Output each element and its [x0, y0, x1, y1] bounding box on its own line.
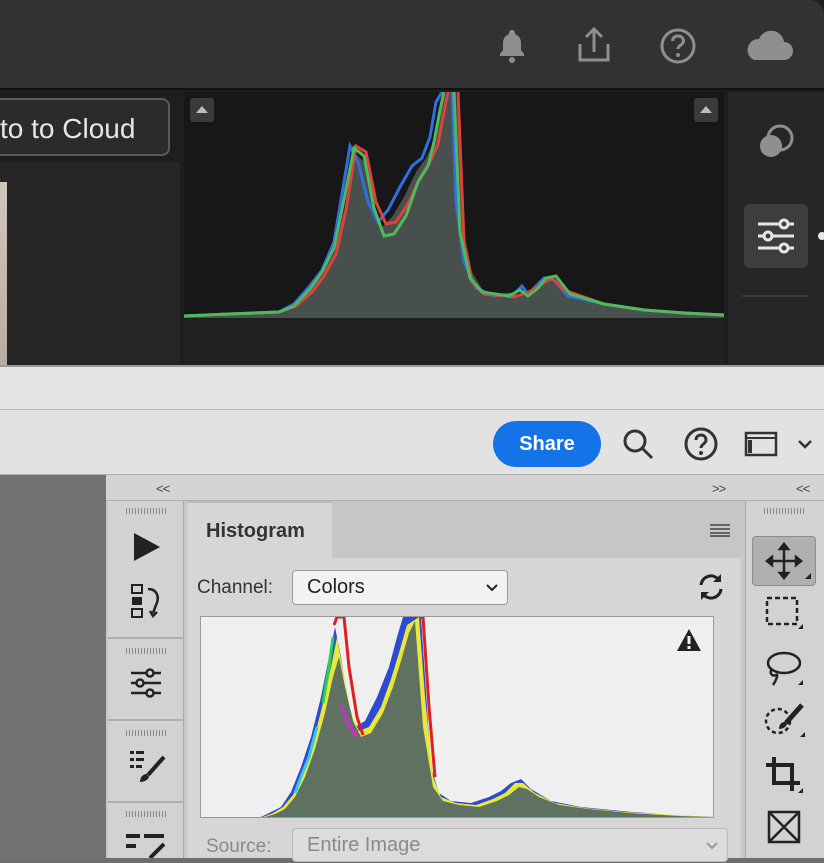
photoshop-title-bar [0, 365, 824, 409]
share-export-icon[interactable] [572, 24, 616, 68]
expand-panels-icon[interactable]: >> [712, 481, 726, 496]
lasso-icon[interactable] [764, 649, 804, 687]
lightroom-info-strip [184, 320, 724, 365]
panel-dock-header: << >> << [106, 475, 824, 501]
source-label: Source: [206, 836, 272, 857]
masking-icon[interactable] [756, 122, 796, 162]
photoshop-window: Share << >> << Histogram Channel: Colors… [0, 365, 824, 862]
collapse-tools-icon[interactable]: << [796, 481, 810, 496]
play-actions-icon[interactable] [128, 529, 164, 565]
workspace-icon[interactable] [744, 430, 778, 458]
bell-icon[interactable] [490, 24, 534, 68]
dock-separator [108, 719, 183, 721]
dock-grip[interactable] [126, 811, 166, 817]
chevron-down-icon [486, 584, 498, 592]
histogram-panel: Histogram Channel: Colors Source: Entire… [187, 501, 741, 862]
dock-separator [108, 637, 183, 639]
warning-icon[interactable] [675, 627, 703, 653]
chevron-down-icon [706, 842, 718, 850]
photoshop-options-bar: Share [0, 409, 824, 475]
lightroom-histogram [184, 92, 724, 318]
document-canvas-area[interactable] [0, 475, 106, 858]
frame-tool-icon[interactable] [766, 809, 802, 845]
adjustments-icon[interactable] [128, 665, 164, 701]
source-value: Entire Image [307, 834, 421, 856]
panel-icon-dock [108, 501, 184, 860]
shadow-clipping-toggle[interactable] [190, 98, 214, 122]
help-icon[interactable] [683, 426, 719, 462]
collapse-left-dock-icon[interactable]: << [156, 481, 170, 496]
photo-thumbnail [0, 182, 7, 365]
channel-label: Channel: [197, 577, 274, 598]
share-button[interactable]: Share [493, 421, 601, 467]
search-icon[interactable] [620, 426, 656, 462]
panel-divider [742, 295, 808, 297]
move-tool-icon[interactable] [752, 536, 816, 586]
object-selection-icon[interactable] [762, 701, 806, 739]
help-icon[interactable] [656, 24, 700, 68]
source-dropdown[interactable]: Entire Image [292, 828, 728, 862]
dock-separator [108, 801, 183, 803]
crop-tool-icon[interactable] [764, 755, 804, 795]
channel-dropdown[interactable]: Colors [292, 570, 508, 605]
tools-panel [745, 501, 824, 858]
tab-histogram[interactable]: Histogram [187, 501, 332, 558]
history-icon[interactable] [128, 583, 164, 619]
brush-settings-icon[interactable] [128, 747, 168, 787]
lightroom-top-bar [0, 0, 824, 90]
properties-icon[interactable] [124, 828, 168, 860]
dock-grip[interactable] [764, 508, 804, 514]
edit-sliders-icon[interactable] [744, 204, 808, 268]
panel-tab-row: Histogram [187, 501, 741, 558]
channel-value: Colors [307, 576, 365, 598]
dock-grip[interactable] [126, 508, 166, 514]
cloud-icon[interactable] [740, 24, 796, 68]
histogram-graph [200, 616, 714, 818]
active-indicator-dot [818, 232, 824, 240]
highlight-clipping-toggle[interactable] [694, 98, 718, 122]
save-to-cloud-button[interactable]: to to Cloud [0, 98, 170, 156]
rectangular-marquee-icon[interactable] [764, 595, 804, 631]
panel-menu-icon[interactable] [710, 523, 730, 537]
lightroom-window: to to Cloud [0, 0, 824, 365]
chevron-down-icon[interactable] [796, 436, 814, 452]
dock-grip[interactable] [126, 648, 166, 654]
lightroom-left-panel [0, 162, 180, 365]
refresh-icon[interactable] [695, 571, 727, 603]
dock-grip[interactable] [126, 730, 166, 736]
